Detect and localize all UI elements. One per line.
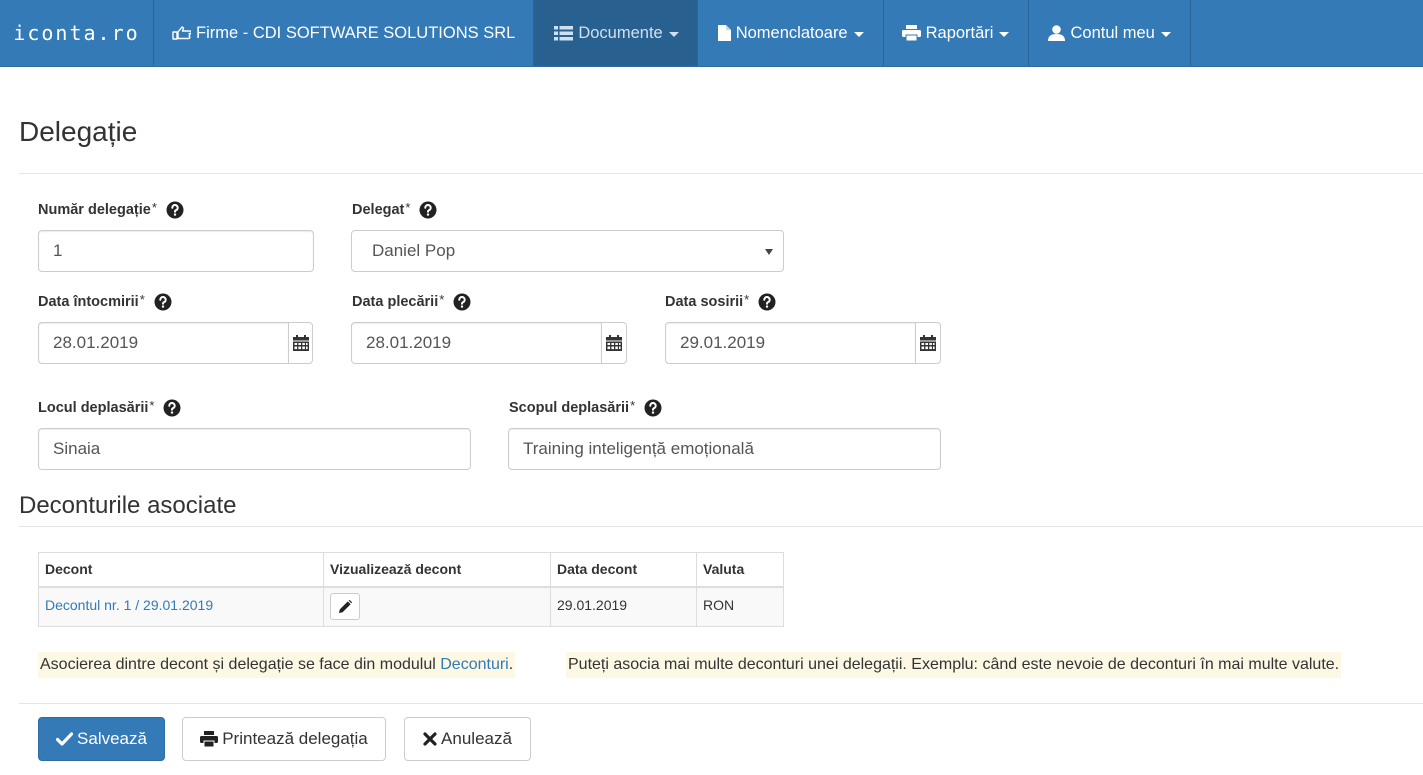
list-icon — [554, 25, 574, 41]
question-circle-icon[interactable] — [644, 399, 662, 417]
data-intocmirii-input[interactable] — [38, 322, 289, 364]
save-button[interactable]: Salvează — [38, 717, 165, 761]
data-plecarii-label: Data plecării * — [352, 292, 471, 311]
pencil-icon — [338, 600, 352, 614]
question-circle-icon[interactable] — [419, 201, 437, 219]
edit-decont-button[interactable] — [330, 593, 360, 621]
nav-firme[interactable]: Firme - CDI SOFTWARE SOLUTIONS SRL — [154, 0, 535, 66]
data-sosirii-input[interactable] — [665, 322, 916, 364]
valuta-cell: RON — [696, 586, 784, 627]
divider — [19, 703, 1423, 704]
column-header-data-decont: Data decont — [550, 552, 697, 588]
top-navbar: iconta.ro Firme - CDI SOFTWARE SOLUTIONS… — [0, 0, 1423, 67]
nav-nomenclatoare-label: Nomenclatoare — [735, 23, 848, 42]
nav-firme-label: Firme - CDI SOFTWARE SOLUTIONS SRL — [196, 23, 516, 42]
column-header-valuta: Valuta — [696, 552, 784, 588]
delegat-select[interactable]: Daniel Pop — [351, 230, 784, 272]
scopul-deplasarii-input[interactable] — [508, 428, 941, 470]
locul-deplasarii-label: Locul deplasării * — [38, 398, 181, 417]
calendar-icon[interactable] — [289, 322, 313, 364]
column-header-vizualizeaza: Vizualizează decont — [323, 552, 551, 588]
user-icon — [1048, 25, 1066, 41]
deconturi-table: Decont Vizualizează decont Data decont V… — [38, 552, 784, 627]
data-decont-cell: 29.01.2019 — [550, 586, 697, 627]
calendar-icon[interactable] — [602, 322, 627, 364]
chevron-down-icon — [999, 31, 1010, 37]
print-button[interactable]: Printează delegația — [182, 717, 386, 761]
question-circle-icon[interactable] — [163, 399, 181, 417]
column-header-decont: Decont — [38, 552, 324, 588]
data-plecarii-group — [351, 322, 627, 364]
question-circle-icon[interactable] — [166, 201, 184, 219]
delegat-label: Delegat * — [352, 200, 437, 219]
question-circle-icon[interactable] — [453, 293, 471, 311]
table-header-row: Decont Vizualizează decont Data decont V… — [38, 552, 784, 588]
data-intocmirii-group — [38, 322, 313, 364]
brand-logo[interactable]: iconta.ro — [0, 0, 154, 66]
printer-icon — [901, 25, 921, 41]
nav-documente[interactable]: Documente — [534, 0, 698, 66]
page-title: Delegație — [19, 116, 138, 147]
data-plecarii-input[interactable] — [351, 322, 602, 364]
info-note-1: Asocierea dintre decont și delegație se … — [38, 652, 516, 678]
delegat-selected-value: Daniel Pop — [372, 241, 456, 260]
data-intocmirii-label: Data întocmirii * — [38, 292, 172, 311]
data-sosirii-label: Data sosirii * — [665, 292, 776, 311]
decont-link[interactable]: Decontul nr. 1 / 29.01.2019 — [45, 597, 213, 613]
section-title-deconturi: Deconturile asociate — [19, 492, 237, 519]
cancel-button[interactable]: Anulează — [404, 717, 531, 761]
vizualizeaza-cell — [323, 586, 551, 627]
chevron-down-icon — [1160, 31, 1171, 37]
nav-documente-label: Documente — [578, 23, 663, 42]
chevron-down-icon — [668, 31, 679, 37]
chevron-down-icon — [853, 31, 864, 37]
close-icon — [423, 732, 437, 746]
file-icon — [717, 25, 731, 41]
question-circle-icon[interactable] — [758, 293, 776, 311]
printer-icon — [200, 731, 219, 747]
table-row: Decontul nr. 1 / 29.01.2019 29.01.2019 R… — [38, 586, 784, 627]
checkmark-icon — [56, 732, 74, 746]
nav-contul-meu[interactable]: Contul meu — [1029, 0, 1191, 66]
locul-deplasarii-input[interactable] — [38, 428, 471, 470]
calendar-icon[interactable] — [916, 322, 941, 364]
deconturi-module-link[interactable]: Deconturi — [440, 656, 508, 674]
info-note-2: Puteți asocia mai multe deconturi unei d… — [566, 652, 1342, 678]
data-sosirii-group — [665, 322, 941, 364]
numar-delegatie-input[interactable] — [38, 230, 314, 272]
dropdown-arrow-icon — [765, 249, 773, 255]
divider — [19, 526, 1423, 527]
decont-cell: Decontul nr. 1 / 29.01.2019 — [38, 586, 324, 627]
question-circle-icon[interactable] — [154, 293, 172, 311]
hand-pointing-icon — [172, 26, 191, 40]
divider — [19, 173, 1423, 174]
nav-raportari-label: Raportări — [925, 23, 994, 42]
nav-contul-meu-label: Contul meu — [1070, 23, 1155, 42]
nav-nomenclatoare[interactable]: Nomenclatoare — [698, 0, 884, 66]
nav-raportari[interactable]: Raportări — [884, 0, 1030, 66]
numar-delegatie-label: Număr delegație * — [38, 200, 184, 219]
scopul-deplasarii-label: Scopul deplasării * — [509, 398, 662, 417]
